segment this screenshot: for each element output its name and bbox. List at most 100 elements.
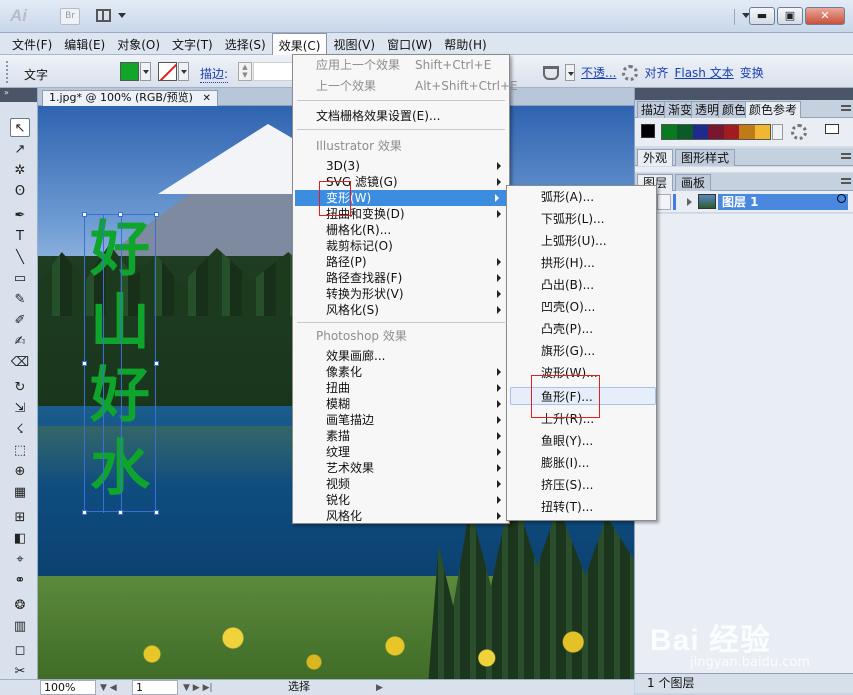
menu-item-rasterize[interactable]: 栅格化(R)... xyxy=(293,222,509,238)
menu-item-pixelate[interactable]: 像素化 xyxy=(293,364,509,380)
direct-selection-tool-icon[interactable]: ↗ xyxy=(10,140,30,159)
stroke-weight-input[interactable] xyxy=(253,62,295,81)
base-color-swatch[interactable] xyxy=(641,124,655,138)
harmony-swatch[interactable] xyxy=(739,125,755,139)
resize-handle[interactable] xyxy=(154,510,159,515)
harmony-swatch[interactable] xyxy=(692,125,709,139)
menu-item-blur[interactable]: 模糊 xyxy=(293,396,509,412)
blend-tool-icon[interactable]: ⚭ xyxy=(10,571,30,590)
menu-select[interactable]: 选择(S) xyxy=(219,33,272,55)
submenu-item-arc[interactable]: 弧形(A)... xyxy=(507,188,656,206)
menu-effect[interactable]: 效果(C) xyxy=(271,33,328,55)
flash-text-link[interactable]: Flash 文本 xyxy=(674,64,733,81)
eraser-tool-icon[interactable]: ⌫ xyxy=(10,353,30,372)
submenu-item-arch[interactable]: 拱形(H)... xyxy=(507,254,656,272)
menu-item-effect-gallery[interactable]: 效果画廊... xyxy=(293,348,509,364)
blob-brush-tool-icon[interactable]: ✍ xyxy=(10,332,30,351)
submenu-item-bulge[interactable]: 凸出(B)... xyxy=(507,276,656,294)
visibility-toggle[interactable] xyxy=(657,194,671,210)
selection-bounding-box[interactable] xyxy=(84,214,156,513)
target-icon[interactable] xyxy=(837,194,846,203)
magic-wand-tool-icon[interactable]: ✲ xyxy=(10,161,30,180)
menu-file[interactable]: 文件(F) xyxy=(6,33,58,55)
column-graph-tool-icon[interactable]: ▥ xyxy=(10,617,30,636)
rectangle-tool-icon[interactable]: ▭ xyxy=(10,269,30,288)
save-group-icon[interactable] xyxy=(825,124,839,134)
gradient-tool-icon[interactable]: ◧ xyxy=(10,529,30,548)
opacity-link[interactable]: 不透... xyxy=(581,64,616,81)
menu-item-path[interactable]: 路径(P) xyxy=(293,254,509,270)
paintbrush-tool-icon[interactable]: ✎ xyxy=(10,290,30,309)
panel-menu-icon[interactable] xyxy=(841,153,851,159)
expand-layer-icon[interactable] xyxy=(687,198,692,206)
submenu-item-squeeze[interactable]: 挤压(S)... xyxy=(507,476,656,494)
panel-dock-header[interactable] xyxy=(635,88,853,100)
resize-handle[interactable] xyxy=(82,212,87,217)
resize-handle[interactable] xyxy=(118,510,123,515)
submenu-item-fisheye[interactable]: 鱼眼(Y)... xyxy=(507,432,656,450)
line-tool-icon[interactable]: ╲ xyxy=(10,248,30,267)
resize-handle[interactable] xyxy=(118,212,123,217)
submenu-item-twist[interactable]: 扭转(T)... xyxy=(507,498,656,516)
menu-item-distort[interactable]: 扭曲 xyxy=(293,380,509,396)
harmony-swatch[interactable] xyxy=(754,125,770,139)
submenu-item-arc-lower[interactable]: 下弧形(L)... xyxy=(507,210,656,228)
recolor-icon[interactable] xyxy=(543,65,559,80)
menu-item-video[interactable]: 视频 xyxy=(293,476,509,492)
tab-appearance[interactable]: 外观 xyxy=(637,149,674,166)
selection-tool-icon[interactable]: ↖ xyxy=(10,118,30,137)
harmony-dropdown[interactable] xyxy=(772,124,783,140)
grip-handle[interactable] xyxy=(6,61,10,83)
mesh-tool-icon[interactable]: ⊞ xyxy=(10,508,30,527)
eyedropper-tool-icon[interactable]: ⌖ xyxy=(10,550,30,569)
layer-name[interactable]: 图层 1 xyxy=(718,194,848,210)
tab-color-guide[interactable]: 颜色参考 xyxy=(745,101,802,118)
menu-view[interactable]: 视图(V) xyxy=(327,33,381,55)
stroke-dropdown[interactable] xyxy=(178,62,189,81)
zoom-select[interactable]: 100% xyxy=(40,680,96,695)
artboard-number-field[interactable]: 1 xyxy=(132,680,178,695)
harmony-swatch[interactable] xyxy=(708,125,724,139)
symbol-sprayer-tool-icon[interactable]: ❂ xyxy=(10,596,30,615)
minimize-button[interactable]: ▬ xyxy=(749,7,775,25)
pen-tool-icon[interactable]: ✒ xyxy=(10,206,30,225)
menu-type[interactable]: 文字(T) xyxy=(166,33,219,55)
harmony-strip[interactable] xyxy=(661,124,771,140)
menu-object[interactable]: 对象(O) xyxy=(111,33,166,55)
menu-help[interactable]: 帮助(H) xyxy=(438,33,492,55)
menu-window[interactable]: 窗口(W) xyxy=(381,33,438,55)
menu-item-sketch[interactable]: 素描 xyxy=(293,428,509,444)
bridge-button[interactable]: Br xyxy=(60,8,80,25)
menu-item-pathfinder[interactable]: 路径查找器(F) xyxy=(293,270,509,286)
pencil-tool-icon[interactable]: ✐ xyxy=(10,311,30,330)
menu-edit[interactable]: 编辑(E) xyxy=(58,33,111,55)
scale-tool-icon[interactable]: ⇲ xyxy=(10,399,30,418)
close-button[interactable]: ✕ xyxy=(805,7,845,25)
harmony-swatch[interactable] xyxy=(723,125,740,139)
panel-menu-icon[interactable] xyxy=(841,105,851,111)
layer-row[interactable]: 图层 1 xyxy=(635,191,853,213)
menu-item-texture[interactable]: 纹理 xyxy=(293,444,509,460)
menu-item-brush-strokes[interactable]: 画笔描边 xyxy=(293,412,509,428)
resize-handle[interactable] xyxy=(82,361,87,366)
menu-item-crop-marks[interactable]: 裁剪标记(O) xyxy=(293,238,509,254)
menu-item-stylize-ps[interactable]: 风格化 xyxy=(293,508,509,524)
submenu-item-flag[interactable]: 旗形(G)... xyxy=(507,342,656,360)
stroke-weight-stepper[interactable]: ▲ ▼ xyxy=(238,62,252,81)
opacity-dropdown[interactable] xyxy=(565,64,575,81)
document-tab[interactable]: 1.jpg* @ 100% (RGB/预览) ✕ xyxy=(42,90,218,106)
menu-item-raster-settings[interactable]: 文档栅格效果设置(E)... xyxy=(293,108,509,124)
shape-builder-tool-icon[interactable]: ⊕ xyxy=(10,462,30,481)
submenu-item-inflate[interactable]: 膨胀(I)... xyxy=(507,454,656,472)
menu-item-3d[interactable]: 3D(3) xyxy=(293,158,509,174)
harmony-swatch[interactable] xyxy=(677,125,693,139)
tools-panel-header[interactable]: » xyxy=(0,88,37,102)
fill-dropdown[interactable] xyxy=(140,62,151,81)
rotate-tool-icon[interactable]: ↻ xyxy=(10,378,30,397)
gear-icon[interactable] xyxy=(622,64,639,81)
menu-item-stylize-ai[interactable]: 风格化(S) xyxy=(293,302,509,318)
arrange-documents-button[interactable] xyxy=(96,8,132,25)
submenu-item-arc-upper[interactable]: 上弧形(U)... xyxy=(507,232,656,250)
free-transform-tool-icon[interactable]: ⬚ xyxy=(10,441,30,460)
perspective-grid-tool-icon[interactable]: ▦ xyxy=(10,483,30,502)
